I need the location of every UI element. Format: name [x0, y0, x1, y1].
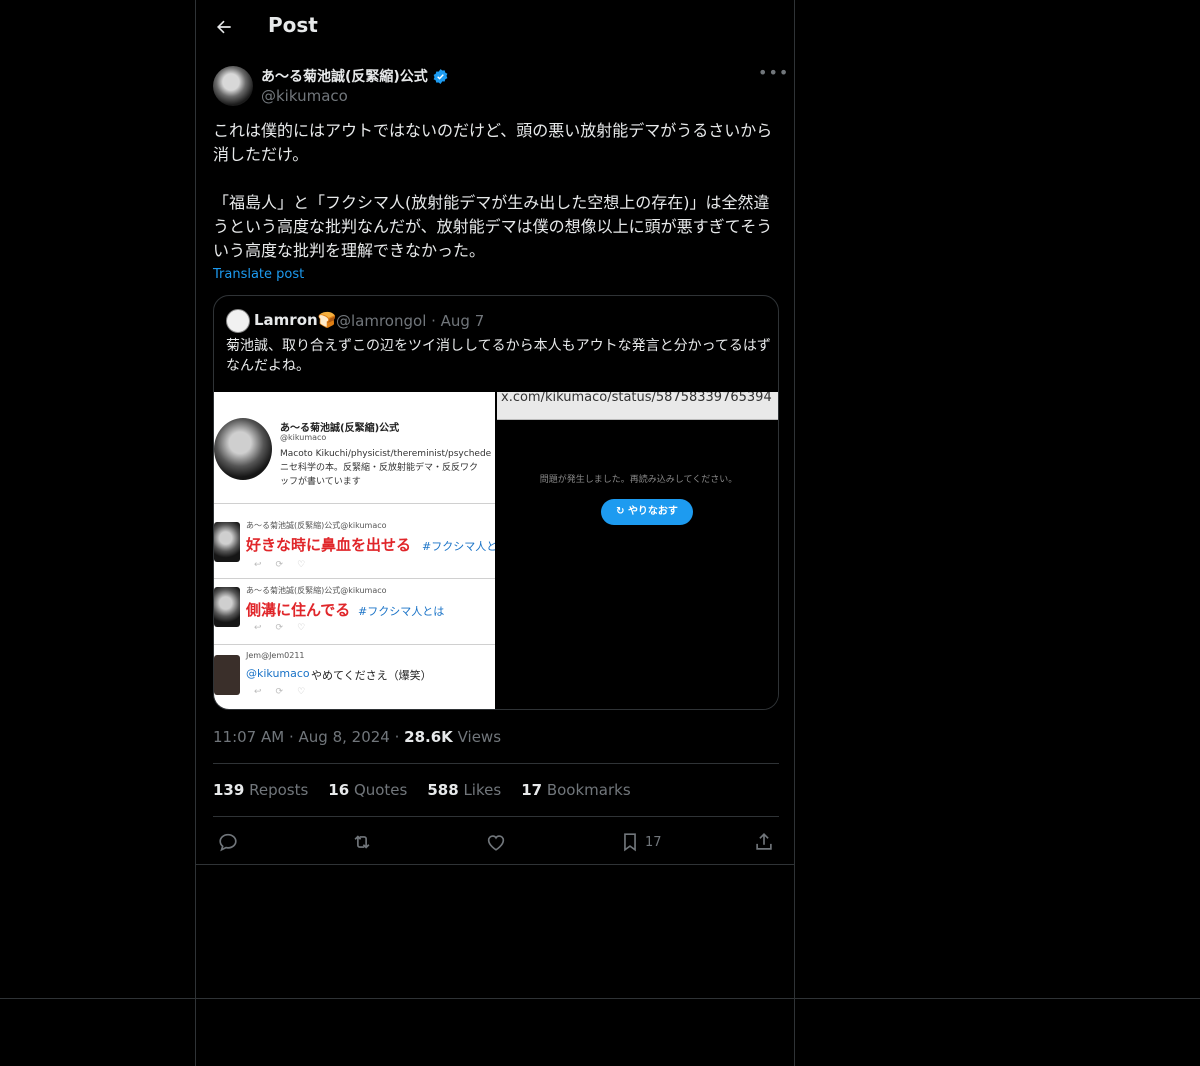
- primary-column: Post あ〜る菊池誠(反緊縮)公式 @kikumaco ••• これは僕的には…: [195, 0, 795, 1066]
- tweet-action-icons: ↩⟳♡: [254, 623, 320, 633]
- verified-badge-icon: [433, 68, 448, 84]
- reposts-stat[interactable]: 139 Reposts: [213, 781, 308, 799]
- meta-separator: ·: [394, 728, 405, 746]
- browser-url-bar: x.com/kikumaco/status/58758339765394: [497, 392, 778, 420]
- profile-handle: @kikumaco: [280, 433, 327, 442]
- repost-icon: [354, 835, 370, 849]
- tweet-mention: @kikumaco: [246, 667, 310, 680]
- bookmark-icon: [624, 833, 636, 852]
- quote-image-right[interactable]: x.com/kikumaco/status/58758339765394 問題が…: [497, 392, 778, 709]
- profile-bio-line-1: Macoto Kikuchi/physicist/thereminist/psy…: [280, 449, 492, 459]
- more-button[interactable]: •••: [758, 64, 788, 86]
- quotes-label: Quotes: [353, 781, 408, 799]
- tweet-row: あ〜る菊池誠(反緊縮)公式@kikumaco 側溝に住んでる #フクシマ人とは …: [214, 579, 495, 645]
- quote-avatar: [226, 309, 250, 333]
- tweet-reply-text: やめてくださえ（爆笑）: [311, 669, 432, 682]
- likes-label: Likes: [463, 781, 502, 799]
- engagement-stats: 139 Reposts 16 Quotes 588 Likes 17 Bookm…: [213, 781, 631, 799]
- translate-post-link[interactable]: Translate post: [213, 267, 304, 282]
- reposts-count: 139: [213, 781, 245, 799]
- back-button[interactable]: [208, 11, 240, 43]
- retry-button: ↻ やりなおす: [601, 499, 693, 525]
- page-header: Post: [196, 0, 794, 53]
- tweet-avatar: [214, 655, 240, 695]
- post-text: これは僕的にはアウトではないのだけど、頭の悪い放射能デマがうるさいから消しただけ…: [213, 121, 773, 260]
- refresh-icon: ↻: [616, 506, 628, 517]
- back-arrow-icon: [217, 20, 231, 34]
- tweet-hashtag: #フクシマ人とは: [358, 605, 445, 618]
- tweet-hashtag: #フクシマ人と: [422, 540, 495, 553]
- meta-separator: ·: [288, 728, 299, 746]
- reply-icon: [219, 833, 237, 852]
- divider: [196, 864, 794, 865]
- profile-card: あ〜る菊池誠(反緊縮)公式 @kikumaco Macoto Kikuchi/p…: [214, 392, 495, 504]
- post-time[interactable]: 11:07 AM: [213, 728, 284, 746]
- views-count: 28.6K: [404, 728, 453, 746]
- tweet-avatar: [214, 522, 240, 562]
- author-name-row[interactable]: あ〜る菊池誠(反緊縮)公式: [261, 66, 449, 86]
- tweet-action-icons: ↩⟳♡: [254, 687, 320, 697]
- tweet-text-highlight: 側溝に住んでる: [246, 601, 351, 619]
- tweet-avatar: [214, 587, 240, 627]
- share-button[interactable]: [753, 830, 775, 854]
- quote-author-handle: @lamrongol · Aug 7: [336, 312, 485, 330]
- error-message: 問題が発生しました。再読み込みしてください。: [539, 475, 738, 485]
- tweet-row: あ〜る菊池誠(反緊縮)公式@kikumaco 好きな時に鼻血を出せる #フクシマ…: [214, 504, 495, 579]
- reposts-label: Reposts: [249, 781, 309, 799]
- like-button[interactable]: [485, 830, 507, 854]
- bookmarks-label: Bookmarks: [546, 781, 631, 799]
- share-icon: [756, 833, 772, 850]
- quotes-stat[interactable]: 16 Quotes: [328, 781, 407, 799]
- retry-label: やりなおす: [627, 506, 678, 517]
- tweet-text-highlight: 好きな時に鼻血を出せる: [246, 536, 412, 554]
- divider: [213, 763, 779, 764]
- divider: [213, 816, 779, 817]
- views-label: Views: [457, 728, 502, 746]
- quote-text: 菊池誠、取り合えずこの辺をツイ消ししてるから本人もアウトな発言と分かってるはずな…: [226, 338, 771, 374]
- author-avatar[interactable]: [213, 66, 253, 106]
- tweet-meta: Jem@Jem0211: [246, 651, 305, 660]
- reply-button[interactable]: [217, 830, 239, 854]
- profile-bio-line-2: ニセ科学の本。反緊縮・反放射能デマ・反反ワク: [280, 463, 479, 473]
- bookmarks-stat: 17 Bookmarks: [521, 781, 630, 799]
- author-handle[interactable]: @kikumaco: [261, 87, 348, 105]
- quote-image-left[interactable]: あ〜る菊池誠(反緊縮)公式 @kikumaco Macoto Kikuchi/p…: [214, 392, 495, 709]
- author-display-name[interactable]: あ〜る菊池誠(反緊縮)公式: [261, 66, 428, 86]
- quoted-post[interactable]: Lamron🍞 @lamrongol · Aug 7 菊池誠、取り合えずこの辺を…: [213, 295, 779, 710]
- bookmark-count: 17: [645, 834, 662, 850]
- bookmarks-count: 17: [521, 781, 543, 799]
- quotes-count: 16: [328, 781, 350, 799]
- tweet-meta: あ〜る菊池誠(反緊縮)公式@kikumaco: [246, 521, 387, 530]
- tweet-row: Jem@Jem0211 @kikumaco やめてくださえ（爆笑） ↩⟳♡: [214, 645, 495, 709]
- tweet-action-icons: ↩⟳♡: [254, 560, 320, 570]
- tweet-meta: あ〜る菊池誠(反緊縮)公式@kikumaco: [246, 586, 387, 595]
- post-date[interactable]: Aug 8, 2024: [299, 728, 390, 746]
- profile-bio-line-3: ッフが書いています: [280, 477, 361, 487]
- profile-name: あ〜る菊池誠(反緊縮)公式: [280, 423, 400, 434]
- bookmark-button[interactable]: 17: [619, 830, 662, 854]
- likes-count: 588: [427, 781, 459, 799]
- profile-avatar: [214, 418, 272, 480]
- page-title: Post: [268, 13, 318, 37]
- like-icon: [487, 835, 505, 851]
- more-icon: •••: [758, 63, 790, 82]
- quote-author-name: Lamron🍞: [254, 311, 337, 329]
- post-meta: 11:07 AM · Aug 8, 2024 · 28.6K Views: [213, 728, 501, 746]
- repost-button[interactable]: [351, 830, 373, 854]
- likes-stat[interactable]: 588 Likes: [427, 781, 501, 799]
